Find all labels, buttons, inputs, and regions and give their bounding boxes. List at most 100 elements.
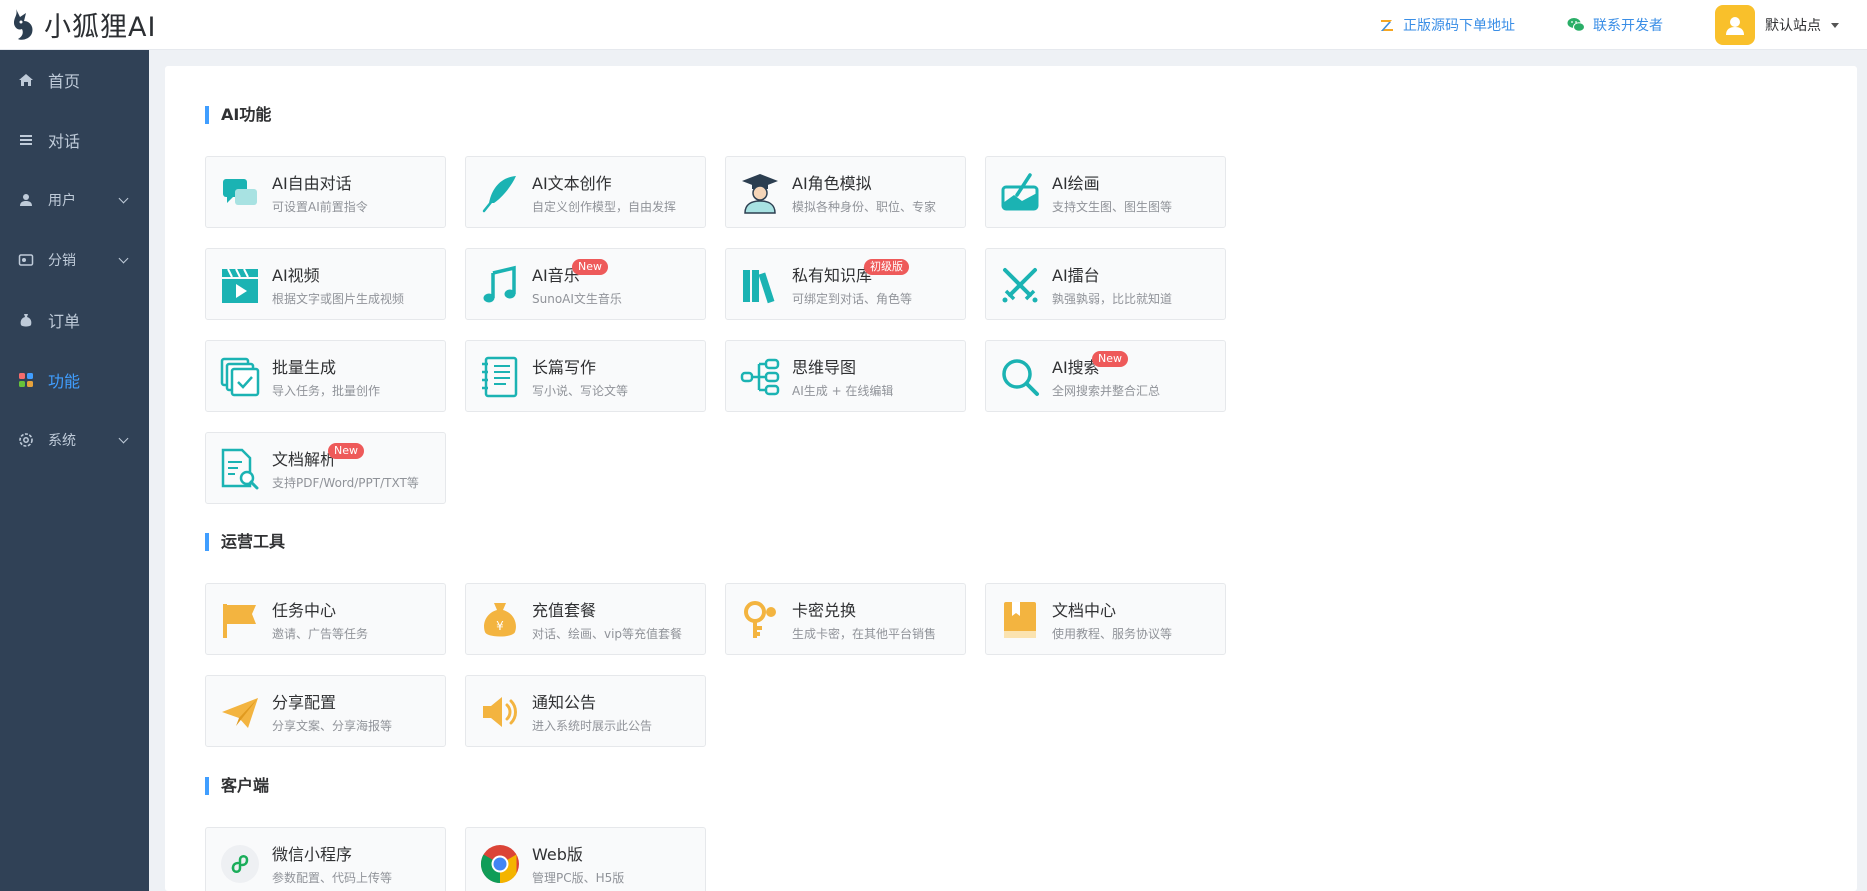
card-desc: SunoAI文生音乐 — [532, 292, 622, 306]
card-desc: 生成卡密，在其他平台销售 — [792, 627, 937, 641]
main-panel: AI功能 AI自由对话 可设置AI前置指令 AI文本创作 自定义创作模型，自由发… — [165, 66, 1857, 891]
tier-badge: 初级版 — [864, 259, 909, 275]
card-title: Web版 — [532, 845, 583, 864]
user-icon — [18, 192, 34, 208]
card-title: 批量生成 — [272, 358, 337, 377]
card-title: 通知公告 — [532, 693, 597, 712]
card-doc-center[interactable]: 文档中心 使用教程、服务协议等 — [985, 583, 1226, 655]
user-avatar-icon — [1726, 17, 1744, 35]
contact-developer-link[interactable]: 联系开发者 — [1567, 15, 1663, 35]
card-desc: 根据文字或图片生成视频 — [272, 292, 405, 306]
home-icon — [18, 72, 34, 88]
card-title: 充值套餐 — [532, 601, 597, 620]
paint-brush-icon — [998, 171, 1042, 215]
caret-down-icon — [1831, 22, 1839, 28]
sidebar-item-label: 系统 — [48, 433, 76, 449]
card-desc: AI生成 + 在线编辑 — [792, 384, 894, 398]
card-title: 长篇写作 — [532, 358, 597, 377]
gear-icon — [18, 432, 34, 448]
mindmap-icon — [738, 355, 782, 399]
logo-text: 小狐狸AI — [44, 12, 157, 43]
chrome-icon — [478, 842, 522, 886]
card-batch-generate[interactable]: 批量生成 导入任务，批量创作 — [205, 340, 446, 412]
user-menu[interactable]: 默认站点 — [1715, 5, 1839, 45]
card-desc: 进入系统时展示此公告 — [532, 719, 653, 733]
books-icon — [738, 263, 782, 307]
card-web-version[interactable]: Web版 管理PC版、H5版 — [465, 827, 706, 891]
card-ai-music[interactable]: AI音乐 SunoAI文生音乐 New — [465, 248, 706, 320]
card-wechat-miniprogram[interactable]: 微信小程序 参数配置、代码上传等 — [205, 827, 446, 891]
fox-logo-icon — [14, 8, 33, 40]
card-ai-search[interactable]: AI搜索 全网搜索并整合汇总 New — [985, 340, 1226, 412]
new-badge: New — [572, 259, 608, 275]
svg-text:¥: ¥ — [496, 619, 504, 633]
source-order-link[interactable]: 正版源码下单地址 — [1379, 15, 1515, 35]
card-knowledge-base[interactable]: 私有知识库 可绑定到对话、角色等 初级版 — [725, 248, 966, 320]
card-card-exchange[interactable]: 卡密兑换 生成卡密，在其他平台销售 — [725, 583, 966, 655]
section-title-ops: 运营工具 — [205, 533, 285, 551]
card-long-writing[interactable]: 长篇写作 写小说、写论文等 — [465, 340, 706, 412]
chevron-down-icon — [118, 433, 129, 444]
sidebar-item-orders[interactable]: 订单 — [0, 290, 149, 350]
card-ai-chat[interactable]: AI自由对话 可设置AI前置指令 — [205, 156, 446, 228]
z-logo-icon — [1381, 20, 1393, 31]
new-badge: New — [328, 443, 364, 459]
key-icon — [738, 598, 782, 642]
card-recharge-package[interactable]: ¥ 充值套餐 对话、绘画、vip等充值套餐 — [465, 583, 706, 655]
sidebar-item-distribution[interactable]: 分销 — [0, 230, 149, 290]
card-desc: 管理PC版、H5版 — [532, 871, 625, 885]
logo[interactable]: 小狐狸AI — [12, 5, 156, 44]
card-desc: 邀请、广告等任务 — [272, 627, 369, 641]
card-doc-parse[interactable]: 文档解析 支持PDF/Word/PPT/TXT等 New — [205, 432, 446, 504]
card-mindmap[interactable]: 思维导图 AI生成 + 在线编辑 — [725, 340, 966, 412]
card-title: 私有知识库 — [792, 266, 873, 285]
card-desc: 导入任务，批量创作 — [272, 384, 381, 398]
card-ai-video[interactable]: AI视频 根据文字或图片生成视频 — [205, 248, 446, 320]
source-order-label: 正版源码下单地址 — [1403, 18, 1515, 34]
card-title: 文档解析 — [272, 450, 337, 469]
card-desc: 写小说、写论文等 — [532, 384, 629, 398]
sidebar-item-system[interactable]: 系统 — [0, 410, 149, 470]
card-title: AI文本创作 — [532, 174, 612, 193]
card-notice[interactable]: 通知公告 进入系统时展示此公告 — [465, 675, 706, 747]
card-ai-text[interactable]: AI文本创作 自定义创作模型，自由发挥 — [465, 156, 706, 228]
card-ai-drawing[interactable]: AI绘画 支持文生图、图生图等 — [985, 156, 1226, 228]
card-title: AI擂台 — [1052, 266, 1100, 285]
card-desc: 支持文生图、图生图等 — [1052, 200, 1173, 214]
card-title: 卡密兑换 — [792, 601, 857, 620]
new-badge: New — [1092, 351, 1128, 367]
card-desc: 对话、绘画、vip等充值套餐 — [532, 627, 683, 641]
money-bag-icon: ¥ — [478, 598, 522, 642]
sidebar-item-label: 订单 — [48, 312, 81, 331]
card-title: AI自由对话 — [272, 174, 352, 193]
sidebar-item-label: 首页 — [48, 72, 81, 91]
card-share-config[interactable]: 分享配置 分享文案、分享海报等 — [205, 675, 446, 747]
sidebar-item-label: 对话 — [48, 132, 81, 151]
card-ai-role[interactable]: AI角色模拟 模拟各种身份、职位、专家 — [725, 156, 966, 228]
card-desc: 可绑定到对话、角色等 — [792, 292, 913, 306]
sidebar-item-label: 分销 — [48, 253, 76, 269]
sidebar-item-label: 用户 — [48, 193, 76, 209]
sidebar-item-features[interactable]: 功能 — [0, 350, 149, 410]
sidebar-item-label: 功能 — [48, 372, 81, 391]
list-icon — [18, 132, 34, 148]
card-desc: 可设置AI前置指令 — [272, 200, 368, 214]
card-ai-arena[interactable]: AI擂台 孰强孰弱，比比就知道 — [985, 248, 1226, 320]
sidebar-item-chat[interactable]: 对话 — [0, 110, 149, 170]
site-name: 默认站点 — [1765, 18, 1821, 34]
feather-pen-icon — [478, 171, 522, 215]
section-title-client: 客户端 — [205, 777, 269, 795]
card-title: 任务中心 — [272, 601, 337, 620]
paper-plane-icon — [218, 690, 262, 734]
chat-bubbles-icon — [218, 171, 262, 215]
sidebar-item-home[interactable]: 首页 — [0, 50, 149, 110]
video-clapper-icon — [218, 263, 262, 307]
card-task-center[interactable]: 任务中心 邀请、广告等任务 — [205, 583, 446, 655]
book-icon — [998, 598, 1042, 642]
card-desc: 自定义创作模型，自由发挥 — [532, 200, 677, 214]
wechat-icon — [1567, 18, 1585, 32]
chevron-down-icon — [118, 253, 129, 264]
card-title: 思维导图 — [792, 358, 857, 377]
sidebar-item-users[interactable]: 用户 — [0, 170, 149, 230]
flag-icon — [218, 598, 262, 642]
